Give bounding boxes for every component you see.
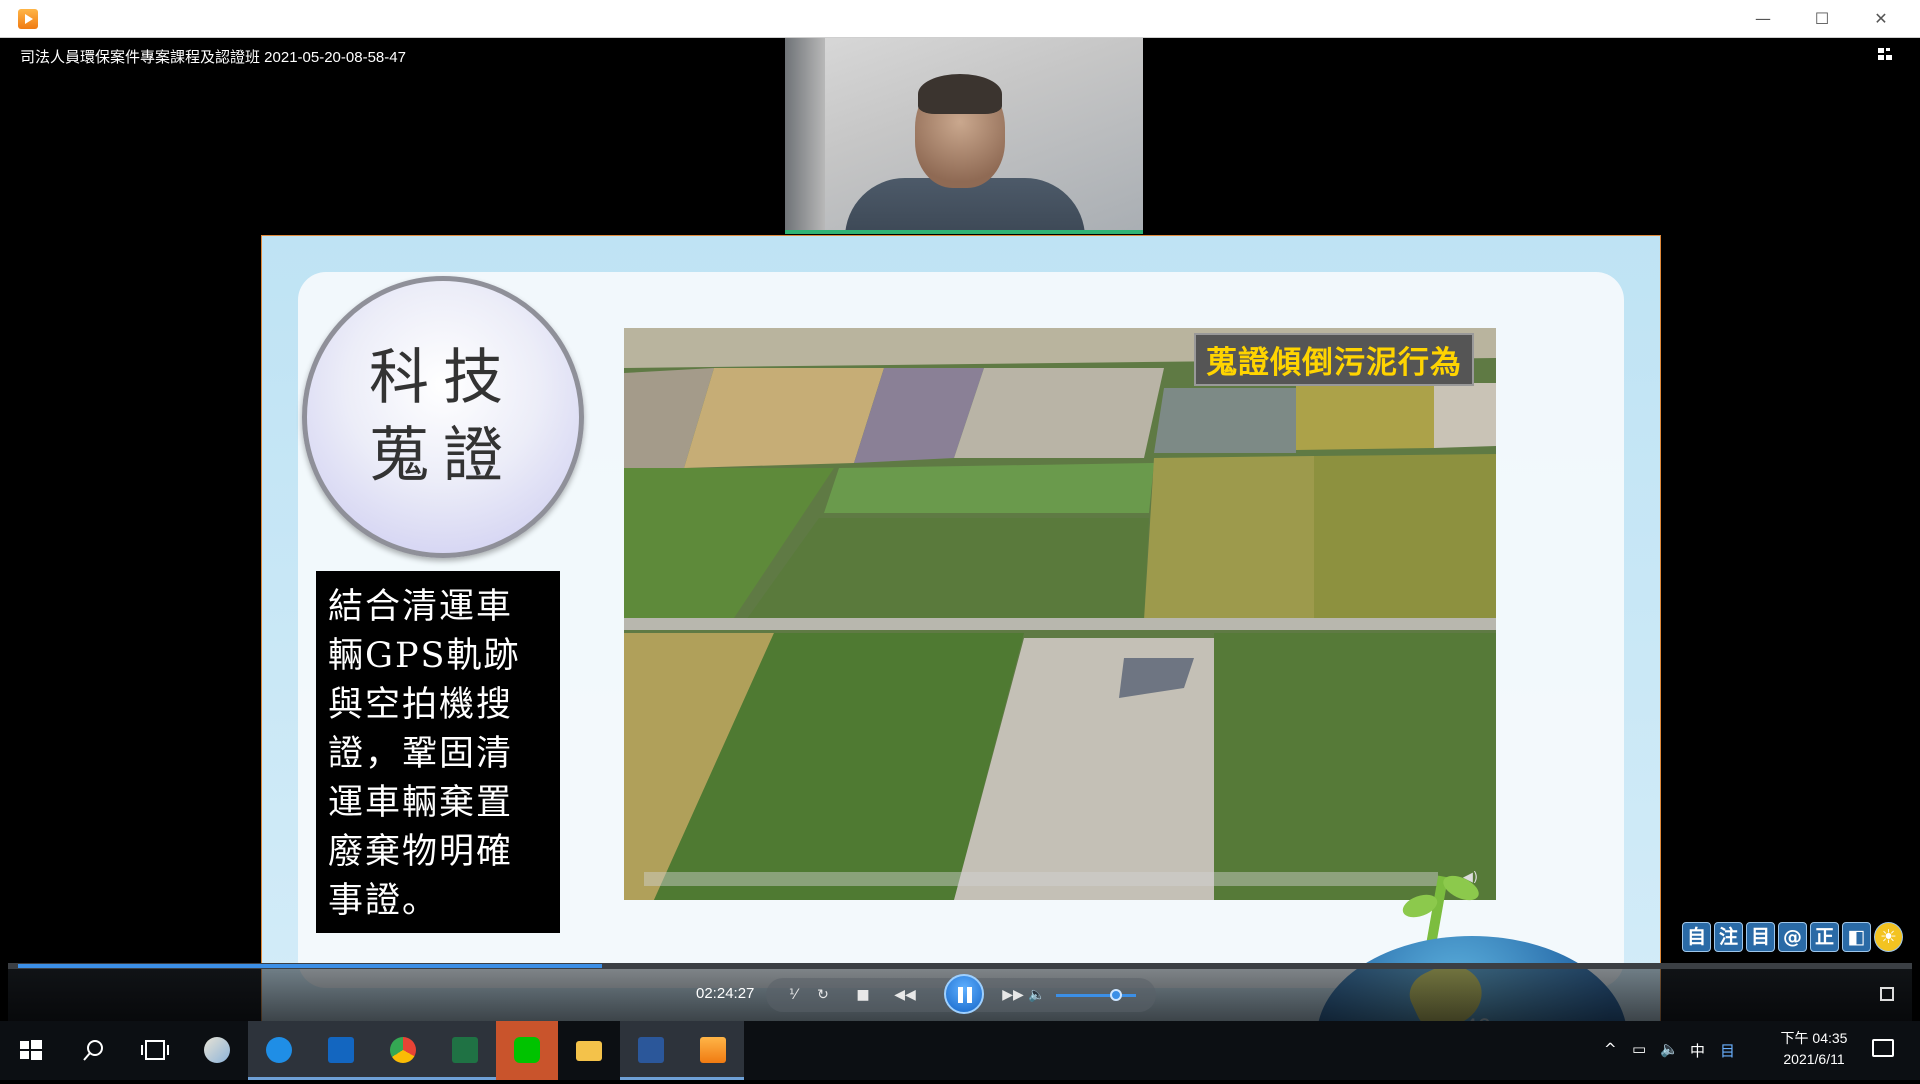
ime-language-indicator[interactable]: 中 [1690,1040,1705,1061]
notification-center-icon[interactable] [1872,1039,1894,1057]
seek-bar-fill [18,964,603,968]
clock[interactable]: 下午 04:35 2021/6/11 [1764,1028,1864,1070]
ime-button[interactable]: 注 [1714,922,1743,952]
outlook-icon[interactable] [310,1021,372,1080]
repeat-icon[interactable]: ↻ [808,978,838,1012]
ime-toolbar: 自 注 目 @ 正 ◧ ☀ [1682,922,1903,952]
taskbar: ^ ▭ 🔈 中 目 下午 04:35 2021/6/11 [0,1021,1920,1080]
clock-time: 下午 04:35 [1780,1030,1848,1046]
playback-controls: ⅟ ↻ ■ ◀◀ ▶▶ 🔈 [766,974,1156,1014]
pause-button[interactable] [944,974,984,1014]
slide-title-circle: 科技 蒐證 [302,276,584,558]
close-button[interactable]: ✕ [1852,0,1910,38]
minimize-button[interactable]: — [1734,0,1792,38]
layout-toggle-icon[interactable] [1878,48,1894,62]
system-tray: ^ ▭ 🔈 中 目 下午 04:35 2021/6/11 [1596,1021,1920,1080]
clock-date: 2021/6/11 [1783,1051,1845,1067]
player-area[interactable]: 司法人員環保案件專案課程及認證班 2021-05-20-08-58-47 科技 … [8,38,1912,1022]
title-bar: — ☐ ✕ [0,0,1920,38]
fullscreen-icon[interactable] [1880,987,1894,1001]
aerial-photo: 蒐證傾倒污泥行為 ◀) [624,328,1496,900]
internet-explorer-icon[interactable] [248,1021,310,1080]
video-player-icon[interactable] [682,1021,744,1080]
start-button[interactable] [0,1021,62,1080]
ime-button[interactable]: 自 [1682,922,1711,952]
ime-settings-icon[interactable]: ☀ [1874,922,1903,952]
network-icon[interactable]: ▭ [1632,1040,1646,1058]
slide-title-line2: 蒐證 [369,421,517,491]
speaker-icon[interactable]: 🔈 [1660,1040,1679,1058]
slide-title-line1: 科技 [369,343,517,413]
ime-button[interactable]: 正 [1810,922,1839,952]
volume-slider-knob[interactable] [1110,989,1122,1001]
video-title: 司法人員環保案件專案課程及認證班 2021-05-20-08-58-47 [20,49,406,66]
word-icon[interactable] [620,1021,682,1080]
maximize-button[interactable]: ☐ [1793,0,1851,38]
show-hidden-icons-icon[interactable]: ^ [1604,1040,1617,1058]
ime-button[interactable]: ◧ [1842,922,1871,952]
ime-button[interactable]: @ [1778,922,1807,952]
volume-slider[interactable] [1056,994,1136,997]
ime-mode-icon[interactable]: 目 [1720,1040,1735,1061]
task-view-icon[interactable] [124,1021,186,1080]
presentation-slide: 科技 蒐證 結合清運車輛GPS軌跡與空拍機搜證，鞏固清運車輛棄置廢棄物明確事證。 [261,235,1661,1022]
webcam-feed [785,38,1143,234]
excel-icon[interactable] [434,1021,496,1080]
stop-icon[interactable]: ■ [848,978,878,1012]
embedded-video-controls: ◀) [624,864,1496,894]
slide-body-text: 結合清運車輛GPS軌跡與空拍機搜證，鞏固清運車輛棄置廢棄物明確事證。 [316,571,560,933]
volume-icon[interactable]: 🔈 [1022,978,1052,1012]
current-time: 02:24:27 [696,985,755,1002]
file-explorer-icon[interactable] [558,1021,620,1080]
line-icon[interactable] [496,1021,558,1080]
app-icon [18,9,38,29]
slow-motion-icon[interactable]: ⅟ [778,978,808,1012]
photo-caption: 蒐證傾倒污泥行為 [1194,333,1474,386]
chrome-icon[interactable] [372,1021,434,1080]
aerial-field-image [624,328,1496,900]
ime-button[interactable]: 目 [1746,922,1775,952]
search-icon[interactable] [62,1021,124,1080]
embedded-seek-bar[interactable] [644,872,1438,886]
rewind-icon[interactable]: ◀◀ [890,978,920,1012]
control-bar: 02:24:27 ⅟ ↻ ■ ◀◀ ▶▶ 🔈 [8,969,1912,1021]
paint-app-icon[interactable] [186,1021,248,1080]
